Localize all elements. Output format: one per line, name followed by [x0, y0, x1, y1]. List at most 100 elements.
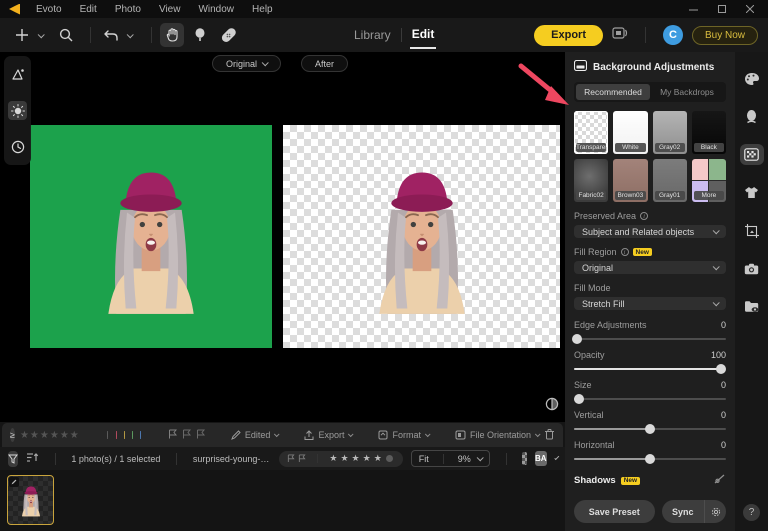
after-view-button[interactable]: After	[301, 55, 348, 72]
original-view-button[interactable]: Original	[212, 55, 281, 72]
tab-recommended[interactable]: Recommended	[576, 84, 650, 100]
format-filter-menu[interactable]: Format	[378, 430, 429, 440]
undo-chevron-icon[interactable]	[127, 28, 137, 42]
user-avatar[interactable]: C	[663, 25, 683, 45]
trash-icon[interactable]	[544, 428, 555, 442]
preserved-area-dropdown[interactable]: Subject and Related objects	[574, 225, 726, 238]
fill-region-dropdown[interactable]: Original	[574, 261, 726, 274]
rating-filter-icon[interactable]: ≥	[10, 428, 15, 442]
menu-help[interactable]: Help	[243, 4, 282, 15]
close-icon[interactable]	[746, 5, 754, 13]
export-filter-menu[interactable]: Export	[304, 430, 352, 441]
backdrop-white[interactable]: White	[613, 111, 647, 154]
star-filter-icons[interactable]: ★★★★★★	[20, 430, 80, 441]
status-bar: 1 photo(s) / 1 selected surprised-young-…	[0, 447, 565, 470]
camera-icon[interactable]	[740, 258, 764, 279]
new-badge: New	[621, 477, 640, 485]
filter-bar: ≥ ★★★★★★ Edited	[2, 423, 563, 447]
undo-icon[interactable]	[99, 23, 123, 47]
shadows-label: Shadows	[574, 475, 616, 486]
add-photos-icon[interactable]	[10, 23, 34, 47]
backdrop-black[interactable]: Black	[692, 111, 726, 154]
sync-button[interactable]: Sync	[662, 500, 726, 523]
flag-reject-icon[interactable]	[196, 429, 205, 441]
slider-handle[interactable]	[574, 394, 584, 404]
fill-region-label: Fill Region	[574, 247, 617, 257]
info-icon[interactable]: i	[621, 248, 629, 256]
color-palette-icon[interactable]	[740, 68, 764, 89]
clothing-icon[interactable]	[740, 182, 764, 203]
original-image[interactable]	[30, 125, 272, 348]
before-after-toggle[interactable]: BA	[535, 451, 547, 466]
background-icon[interactable]	[740, 144, 764, 165]
filename-text: surprised-young-beautiful-...at-isolated…	[193, 454, 272, 464]
menu-photo[interactable]: Photo	[106, 4, 150, 15]
background-adjustments-icon	[574, 60, 587, 74]
brush-tool-icon[interactable]	[188, 23, 212, 47]
new-badge: New	[633, 248, 652, 256]
edited-filter-menu[interactable]: Edited	[231, 430, 279, 440]
menu-window[interactable]: Window	[189, 4, 243, 15]
history-icon[interactable]	[8, 137, 27, 156]
menu-edit[interactable]: Edit	[71, 4, 106, 15]
evoto-logo-icon	[9, 4, 20, 15]
flag-pick-icon[interactable]	[168, 429, 177, 441]
backdrop-transparent[interactable]: Transparent	[574, 111, 608, 154]
sync-settings-icon[interactable]	[704, 500, 726, 523]
menu-evoto[interactable]: Evoto	[27, 4, 71, 15]
crop-transform-icon[interactable]	[740, 220, 764, 241]
shadows-adjust-icon[interactable]	[713, 473, 726, 488]
export-queue-icon[interactable]	[612, 26, 628, 45]
heal-tool-icon[interactable]	[216, 23, 240, 47]
buy-now-button[interactable]: Buy Now	[692, 26, 758, 45]
tab-my-backdrops[interactable]: My Backdrops	[650, 84, 724, 100]
canvas-tool-rail	[4, 56, 31, 165]
preset-folder-icon[interactable]	[740, 296, 764, 317]
help-icon[interactable]: ?	[743, 504, 760, 521]
backdrop-fabric02[interactable]: Fabric02	[574, 159, 608, 202]
slider-handle[interactable]	[572, 334, 582, 344]
minimize-icon[interactable]	[689, 5, 698, 14]
backdrop-more[interactable]: More	[692, 159, 726, 202]
tab-library[interactable]: Library	[352, 22, 393, 48]
backdrop-gray02[interactable]: Gray02	[653, 111, 687, 154]
auto-adjust-icon[interactable]	[8, 65, 27, 84]
backdrop-tabs: Recommended My Backdrops	[574, 82, 726, 102]
view-mode-chevron-icon[interactable]	[554, 455, 559, 460]
after-image-transparent[interactable]	[283, 125, 560, 348]
zoom-fit-control[interactable]: Fit 9%	[411, 450, 490, 467]
edit-canvas: Original After	[0, 52, 565, 422]
maximize-icon[interactable]	[718, 5, 726, 13]
info-icon[interactable]: i	[640, 212, 648, 220]
tab-edit[interactable]: Edit	[410, 21, 437, 49]
hand-tool-icon[interactable]	[160, 23, 184, 47]
search-icon[interactable]	[54, 23, 78, 47]
add-photos-chevron-icon[interactable]	[38, 28, 48, 42]
horizontal-slider: Horizontal0	[574, 440, 726, 460]
fill-mode-dropdown[interactable]: Stretch Fill	[574, 297, 726, 310]
feature-rail: ?	[735, 52, 768, 531]
backdrop-brown03[interactable]: Brown03	[613, 159, 647, 202]
photo-thumbnail-selected[interactable]	[7, 475, 54, 525]
library-edit-tabs: Library Edit	[352, 21, 436, 49]
split-view-icon[interactable]	[545, 397, 559, 416]
sort-icon[interactable]	[26, 452, 39, 465]
export-button[interactable]: Export	[534, 25, 603, 46]
slider-handle[interactable]	[645, 424, 655, 434]
rating-controls[interactable]: ★★★★★	[279, 451, 402, 467]
file-orientation-filter-menu[interactable]: File Orientation	[455, 430, 539, 440]
flag-unflag-icon[interactable]	[182, 429, 191, 441]
filmstrip	[0, 470, 565, 531]
photo-count-text: 1 photo(s) / 1 selected	[71, 454, 160, 464]
portrait-retouch-icon[interactable]	[740, 106, 764, 127]
slider-handle[interactable]	[645, 454, 655, 464]
size-slider: Size0	[574, 380, 726, 400]
transparency-toggle-icon[interactable]	[522, 452, 527, 465]
backdrop-gray01[interactable]: Gray01	[653, 159, 687, 202]
background-adjustments-panel: Background Adjustments Recommended My Ba…	[565, 52, 735, 531]
brightness-icon[interactable]	[8, 101, 27, 120]
save-preset-button[interactable]: Save Preset	[574, 500, 655, 523]
slider-handle[interactable]	[716, 364, 726, 374]
menu-view[interactable]: View	[150, 4, 190, 15]
filter-funnel-icon[interactable]	[8, 451, 18, 467]
